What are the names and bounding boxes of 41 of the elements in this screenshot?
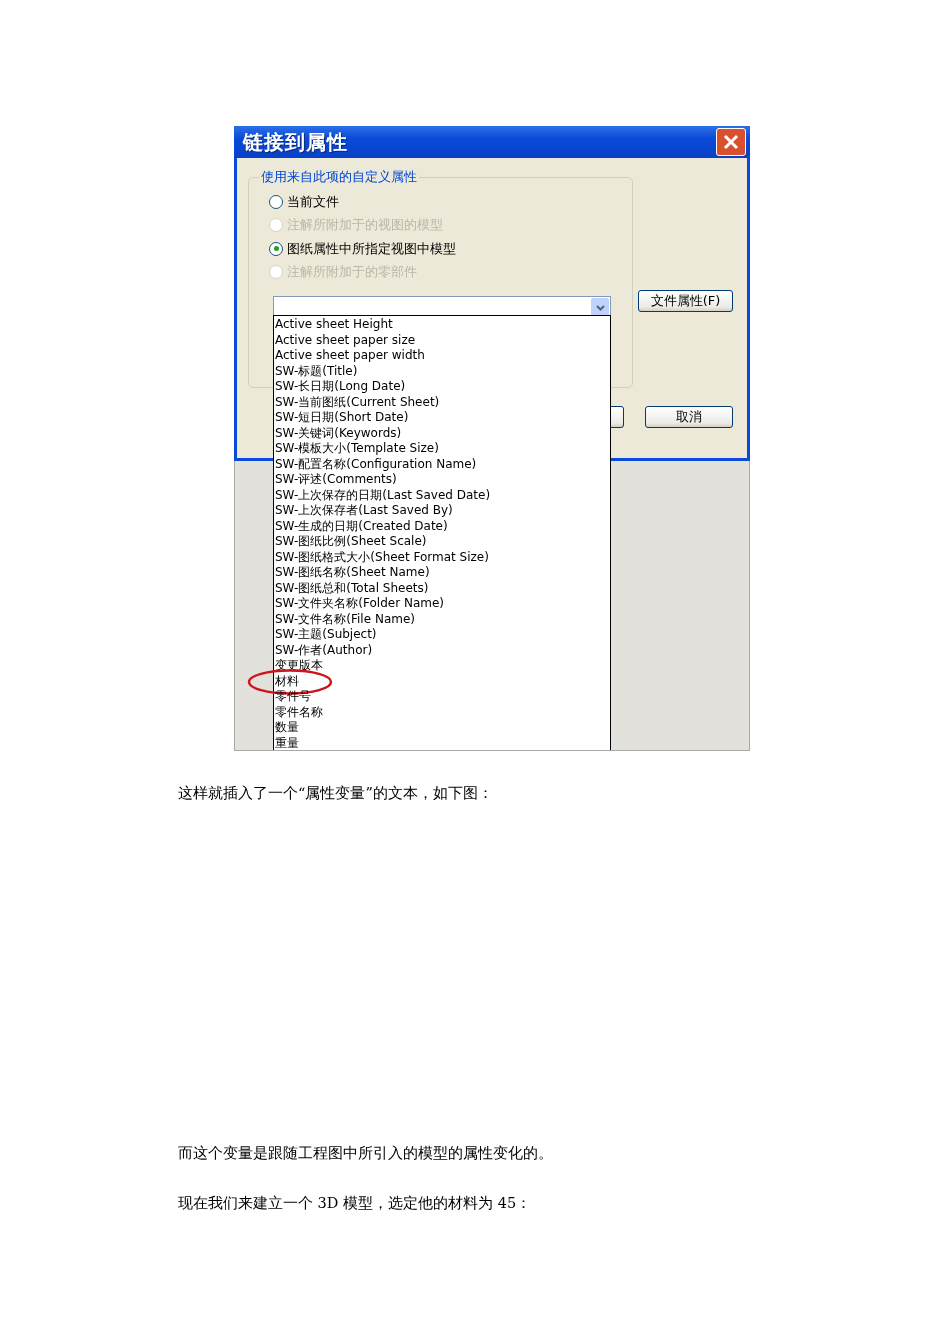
list-item[interactable]: SW-关键词(Keywords) xyxy=(275,425,402,440)
paragraph: 而这个变量是跟随工程图中所引入的模型的属性变化的。 xyxy=(178,1144,554,1163)
list-item[interactable]: 数量 xyxy=(275,720,299,734)
radio-option[interactable]: 图纸属性中所指定视图中模型 xyxy=(269,237,633,261)
list-item[interactable]: Active sheet paper width xyxy=(275,348,425,362)
list-item[interactable]: SW-图纸比例(Sheet Scale) xyxy=(275,534,427,548)
list-item[interactable]: SW-生成的日期(Created Date) xyxy=(275,518,448,533)
list-item[interactable]: SW-图纸总和(Total Sheets) xyxy=(275,580,429,595)
paragraph: 这样就插入了一个“属性变量”的文本，如下图： xyxy=(178,784,494,803)
list-item[interactable]: SW-模板大小(Template Size) xyxy=(275,441,439,455)
close-icon xyxy=(723,134,739,150)
list-item[interactable]: 零件名称 xyxy=(275,704,323,719)
list-item[interactable]: SW-配置名称(Configuration Name) xyxy=(275,456,477,471)
list-item[interactable]: 重量 xyxy=(275,735,299,750)
list-item[interactable]: SW-文件夹名称(Folder Name) xyxy=(275,596,444,610)
list-item[interactable]: 材料 xyxy=(275,673,299,688)
list-item[interactable]: Active sheet paper size xyxy=(275,332,416,347)
window-title: 链接到属性 xyxy=(243,128,348,156)
list-item[interactable]: SW-上次保存者(Last Saved By) xyxy=(275,503,453,517)
chevron-down-icon xyxy=(595,304,605,311)
list-item[interactable]: SW-标题(Title) xyxy=(275,363,358,378)
radio-option[interactable]: 当前文件 xyxy=(269,190,633,214)
list-item[interactable]: 变更版本 xyxy=(275,658,323,672)
list-item[interactable]: Active sheet Height xyxy=(275,317,393,331)
radio-button[interactable] xyxy=(269,194,283,209)
cancel-button[interactable]: 取消 xyxy=(645,406,733,428)
list-item[interactable]: SW-图纸格式大小(Sheet Format Size) xyxy=(275,549,489,564)
close-button[interactable] xyxy=(716,128,746,156)
list-item[interactable]: SW-主题(Subject) xyxy=(275,627,377,641)
file-properties-button[interactable]: 文件属性(F) xyxy=(638,290,733,312)
list-item[interactable]: SW-当前图纸(Current Sheet) xyxy=(275,394,440,409)
list-item[interactable]: SW-文件名称(File Name) xyxy=(275,611,415,626)
list-item[interactable]: SW-上次保存的日期(Last Saved Date) xyxy=(275,487,491,502)
list-item[interactable]: SW-评述(Comments) xyxy=(275,472,397,486)
list-item[interactable]: SW-长日期(Long Date) xyxy=(275,379,406,393)
group-label: 使用来自此项的自定义属性 xyxy=(260,168,418,186)
paragraph: 现在我们来建立一个 3D 模型，选定他的材料为 45： xyxy=(178,1194,533,1213)
list-item[interactable]: SW-图纸名称(Sheet Name) xyxy=(275,565,430,579)
list-item[interactable]: SW-作者(Author) xyxy=(275,642,373,657)
radio-button[interactable] xyxy=(269,241,283,256)
list-item[interactable]: SW-短日期(Short Date) xyxy=(275,410,409,424)
